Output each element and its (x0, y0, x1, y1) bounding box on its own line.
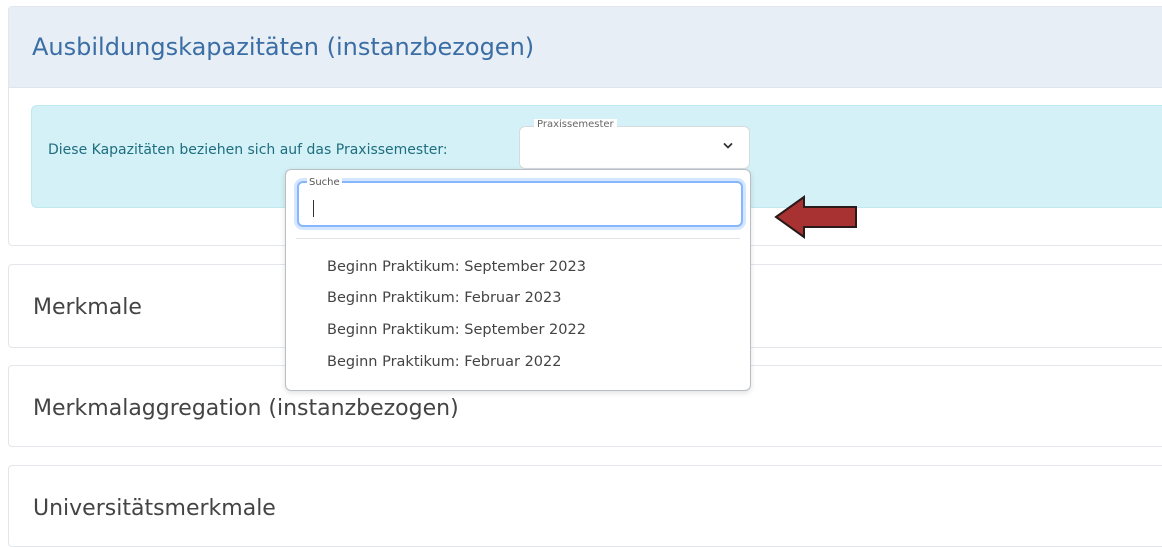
praxissemester-select[interactable]: Praxissemester (519, 119, 750, 169)
search-input[interactable] (311, 197, 731, 217)
dropdown-option[interactable]: Beginn Praktikum: Februar 2022 (327, 354, 561, 370)
capacity-card-header: Ausbildungskapazitäten (instanzbezogen) (9, 7, 1162, 88)
chevron-down-icon[interactable] (723, 141, 733, 151)
praxissemester-select-label: Praxissemester (534, 119, 617, 130)
dropdown-divider (296, 238, 740, 239)
section-title: Merkmale (33, 295, 142, 320)
left-arrow-icon (774, 195, 857, 239)
section-title: Merkmalaggregation (instanzbezogen) (33, 396, 459, 421)
capacity-card-title: Ausbildungskapazitäten (instanzbezogen) (32, 33, 535, 61)
section-title: Universitätsmerkmale (33, 496, 276, 521)
dropdown-option[interactable]: Beginn Praktikum: Februar 2023 (327, 290, 561, 306)
section-card-universitaetsmerkmale[interactable]: Universitätsmerkmale (8, 465, 1162, 547)
dropdown-option[interactable]: Beginn Praktikum: September 2023 (327, 259, 586, 275)
dropdown-option[interactable]: Beginn Praktikum: September 2022 (327, 322, 586, 338)
semester-info-text: Diese Kapazitäten beziehen sich auf das … (48, 142, 448, 158)
search-field-label: Suche (307, 177, 342, 188)
dropdown-search-field[interactable]: Suche (297, 177, 743, 227)
text-caret (313, 200, 314, 217)
praxissemester-dropdown: Suche Beginn Praktikum: September 2023 B… (285, 169, 751, 391)
